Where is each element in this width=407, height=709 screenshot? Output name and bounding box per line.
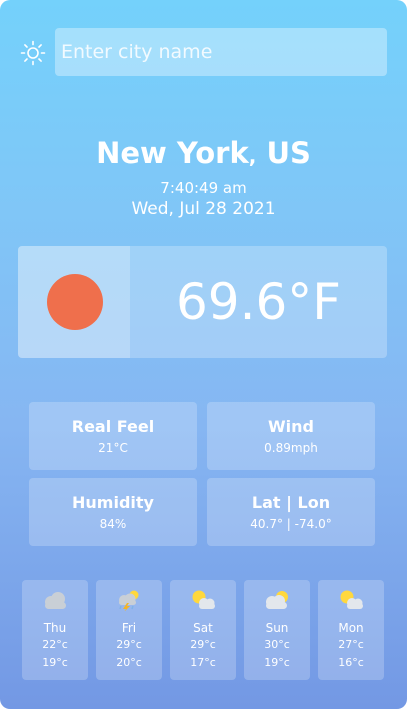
stat-value: 21°C <box>98 441 128 455</box>
forecast-high: 29°c <box>116 638 142 651</box>
stat-label: Lat | Lon <box>251 493 331 512</box>
lat-lon-card: Lat | Lon 40.7° | -74.0° <box>207 478 375 546</box>
city-search-input[interactable] <box>55 28 387 76</box>
partly-cloudy-icon <box>192 590 215 609</box>
forecast-day-thu: Thu 22°c 19°c <box>22 580 88 680</box>
weather-app: New York, US 7:40:49 am Wed, Jul 28 2021… <box>0 0 407 709</box>
forecast-high: 22°c <box>42 638 68 651</box>
stat-value: 40.7° | -74.0° <box>250 517 332 531</box>
forecast-low: 19°c <box>42 656 68 669</box>
forecast-day-mon: Mon 27°c 16°c <box>318 580 384 680</box>
forecast-day-sat: Sat 29°c 17°c <box>170 580 236 680</box>
cloud-icon <box>45 592 66 609</box>
partly-cloudy-icon <box>340 590 363 609</box>
forecast-low: 20°c <box>116 656 142 669</box>
humidity-card: Humidity 84% <box>29 478 197 546</box>
stat-label: Humidity <box>72 493 154 512</box>
city-name: New York <box>96 136 249 170</box>
forecast-low: 19°c <box>264 656 290 669</box>
current-weather-card: 69.6°F <box>18 246 387 358</box>
local-time: 7:40:49 am <box>160 179 247 197</box>
forecast-day-name: Fri <box>121 621 137 635</box>
forecast-day-name: Sat <box>193 621 213 635</box>
forecast-low: 17°c <box>190 656 216 669</box>
forecast-day-sun: Sun 30°c 19°c <box>244 580 310 680</box>
local-date: Wed, Jul 28 2021 <box>131 199 276 219</box>
sun-outline-icon[interactable] <box>20 40 46 66</box>
stat-value: 0.89mph <box>264 441 318 455</box>
current-temperature: 69.6°F <box>175 273 342 331</box>
stat-value: 84% <box>99 517 127 531</box>
country-code: US <box>266 136 311 170</box>
forecast-day-name: Mon <box>338 621 364 635</box>
forecast-low: 16°c <box>338 656 364 669</box>
forecast-day-name: Thu <box>43 621 67 635</box>
location-title: New York, US <box>0 136 407 173</box>
real-feel-card: Real Feel 21°C <box>29 402 197 470</box>
forecast-high: 30°c <box>264 638 290 651</box>
forecast-day-name: Sun <box>265 621 289 635</box>
forecast-high: 27°c <box>338 638 364 651</box>
location-block: New York, US 7:40:49 am Wed, Jul 28 2021 <box>0 136 407 219</box>
location-separator: , <box>248 144 257 168</box>
stat-label: Wind <box>268 417 314 436</box>
sun-icon <box>47 274 103 330</box>
stat-label: Real Feel <box>71 417 155 436</box>
current-weather-icon-box <box>18 246 130 358</box>
search-bar <box>20 28 387 76</box>
forecast-day-fri: Fri 29°c 20°c <box>96 580 162 680</box>
forecast-high: 29°c <box>190 638 216 651</box>
thunderstorm-icon <box>119 590 139 612</box>
wind-card: Wind 0.89mph <box>207 402 375 470</box>
partly-cloudy-icon <box>266 591 288 609</box>
